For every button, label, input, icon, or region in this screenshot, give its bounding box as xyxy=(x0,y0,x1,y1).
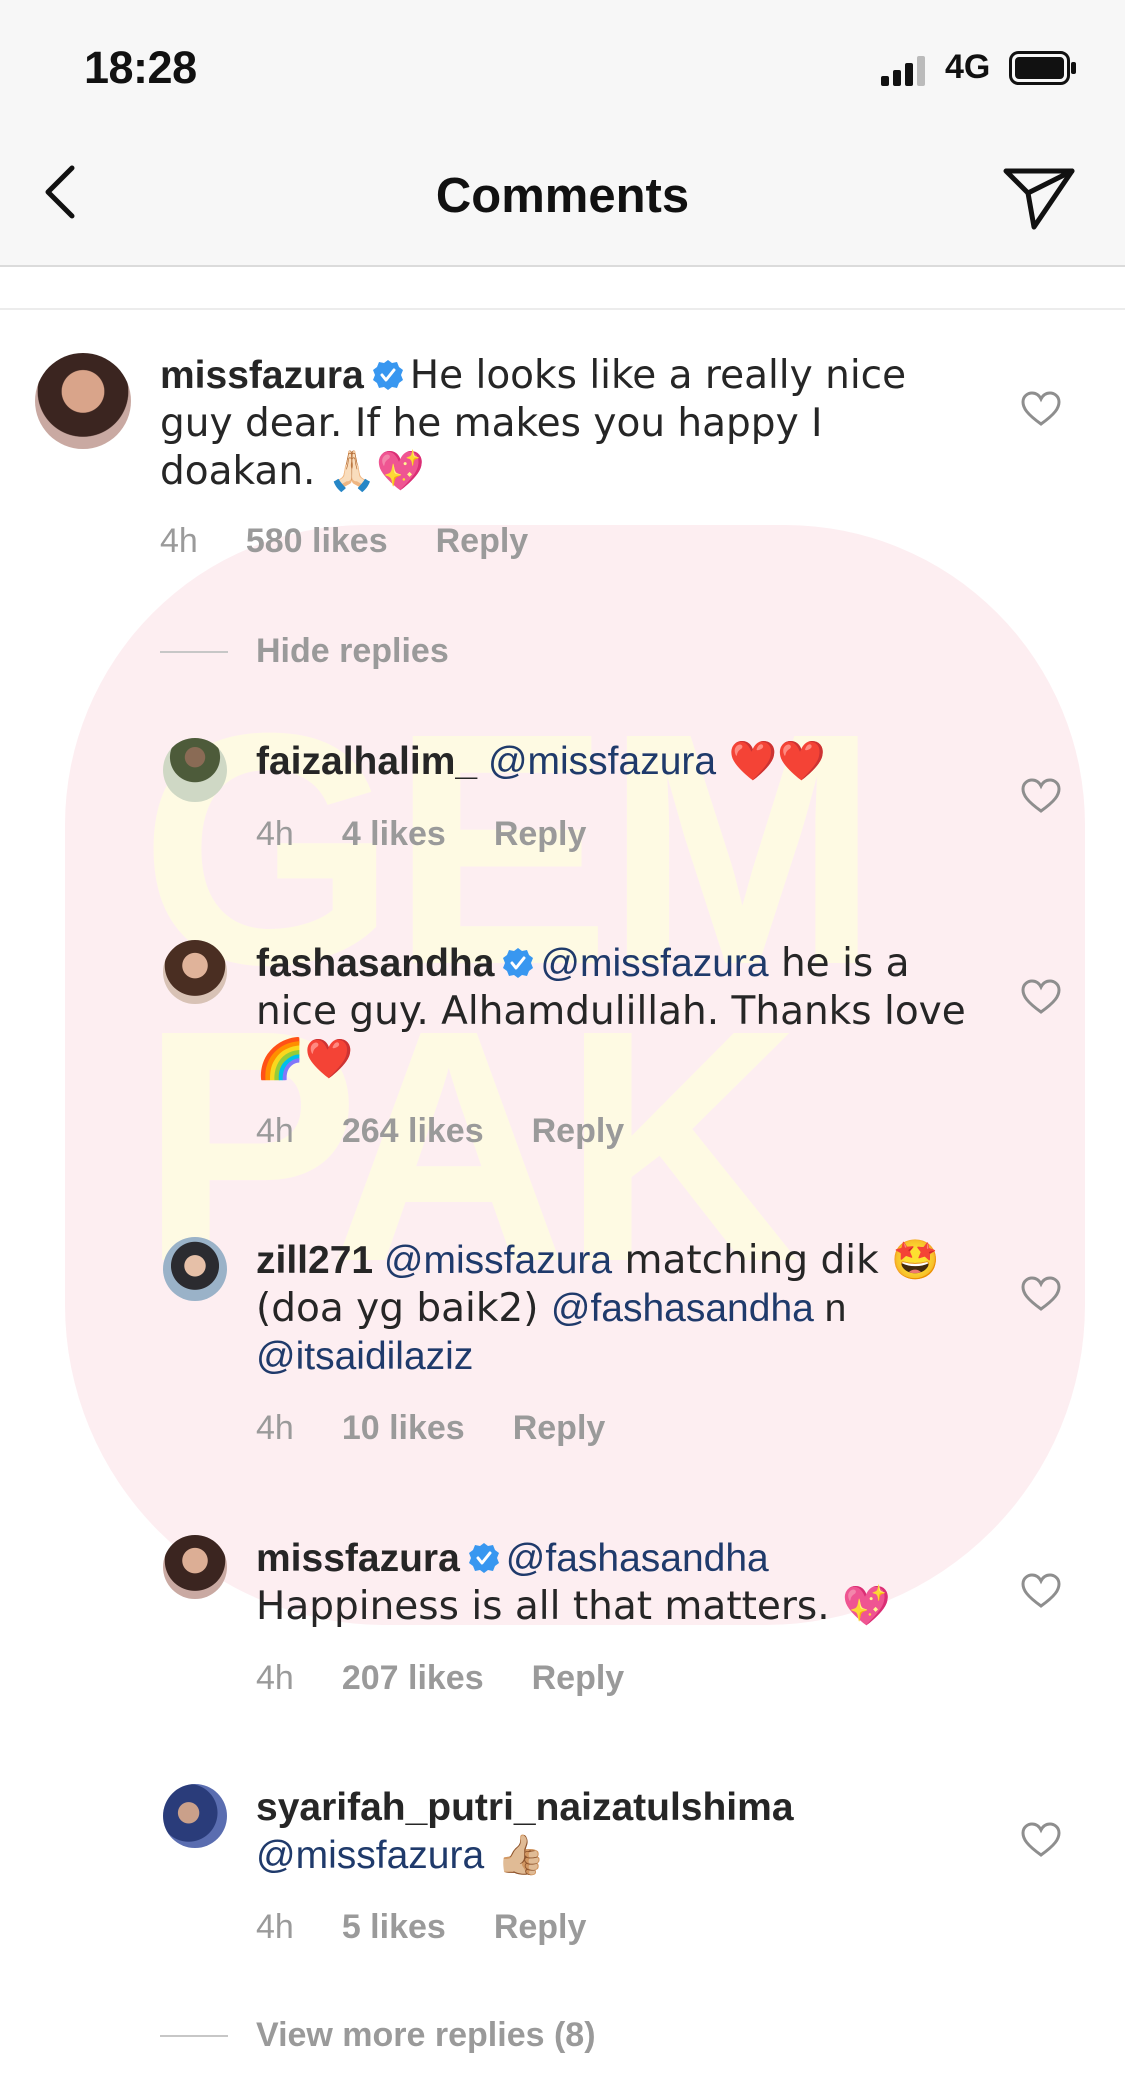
reply-text: n xyxy=(813,1287,847,1330)
divider xyxy=(0,308,1125,310)
mention-link[interactable]: @fashasandha xyxy=(506,1537,769,1580)
reply-meta: 4h 207 likes Reply xyxy=(256,1659,672,1698)
reply-username[interactable]: faizalhalim_ xyxy=(256,740,477,783)
mention-link[interactable]: @fashasandha xyxy=(551,1287,814,1330)
direct-send-icon[interactable] xyxy=(1002,165,1076,231)
reply-button[interactable]: Reply xyxy=(513,1409,606,1447)
reply-button[interactable]: Reply xyxy=(494,1908,587,1946)
verified-badge-icon xyxy=(468,1543,499,1573)
avatar[interactable] xyxy=(35,353,131,449)
like-heart-icon[interactable] xyxy=(1021,391,1061,427)
comment-meta: 4h 580 likes Reply xyxy=(160,522,576,561)
reply-username[interactable]: syarifah_putri_naizatulshima xyxy=(256,1786,794,1829)
like-heart-icon[interactable] xyxy=(1021,1276,1061,1312)
status-bar: 18:28 4G xyxy=(0,0,1125,135)
mention-link[interactable]: @missfazura xyxy=(488,740,716,783)
verified-badge-icon xyxy=(372,360,403,390)
likes-count[interactable]: 264 likes xyxy=(342,1112,484,1150)
comment-username[interactable]: missfazura xyxy=(160,354,364,397)
reply-button[interactable]: Reply xyxy=(494,815,587,853)
likes-count[interactable]: 580 likes xyxy=(246,522,388,560)
reply-meta: 4h 5 likes Reply xyxy=(256,1908,634,1947)
reply-meta: 4h 4 likes Reply xyxy=(256,815,634,854)
mention-link[interactable]: @missfazura xyxy=(256,1834,484,1877)
page-title: Comments xyxy=(435,169,690,223)
status-time: 18:28 xyxy=(84,42,197,93)
like-heart-icon[interactable] xyxy=(1021,1822,1061,1858)
like-heart-icon[interactable] xyxy=(1021,979,1061,1015)
likes-count[interactable]: 4 likes xyxy=(342,815,446,853)
reply-username[interactable]: missfazura xyxy=(256,1537,460,1580)
reply-button[interactable]: Reply xyxy=(532,1112,625,1150)
avatar[interactable] xyxy=(163,940,227,1004)
hide-replies-button[interactable]: Hide replies xyxy=(256,632,449,671)
reply-age: 4h xyxy=(256,1409,294,1447)
likes-count[interactable]: 5 likes xyxy=(342,1908,446,1946)
likes-count[interactable]: 207 likes xyxy=(342,1659,484,1697)
network-type: 4G xyxy=(945,48,991,86)
comment-age: 4h xyxy=(160,522,198,560)
avatar[interactable] xyxy=(163,738,227,802)
reply-button[interactable]: Reply xyxy=(532,1659,625,1697)
avatar[interactable] xyxy=(163,1535,227,1599)
reply-text: ❤️❤️ xyxy=(716,739,826,784)
view-more-line xyxy=(160,2035,228,2037)
reply-username[interactable]: zill271 xyxy=(256,1239,373,1282)
reply-age: 4h xyxy=(256,1112,294,1150)
reply-meta: 4h 264 likes Reply xyxy=(256,1112,672,1151)
signal-icon xyxy=(881,56,925,86)
like-heart-icon[interactable] xyxy=(1021,778,1061,814)
mention-link[interactable]: @missfazura xyxy=(540,942,768,985)
battery-icon xyxy=(1009,51,1076,85)
reply-age: 4h xyxy=(256,1908,294,1946)
mention-link[interactable]: @missfazura xyxy=(384,1239,612,1282)
reply-button[interactable]: Reply xyxy=(436,522,529,560)
reply-age: 4h xyxy=(256,815,294,853)
reply-text: Happiness is all that matters. 💖 xyxy=(256,1584,891,1629)
view-more-replies-button[interactable]: View more replies (8) xyxy=(256,2016,596,2055)
mention-link[interactable]: @itsaidilaziz xyxy=(256,1335,473,1378)
likes-count[interactable]: 10 likes xyxy=(342,1409,465,1447)
reply-username[interactable]: fashasandha xyxy=(256,942,494,985)
verified-badge-icon xyxy=(503,948,534,978)
like-heart-icon[interactable] xyxy=(1021,1573,1061,1609)
reply-text: 👍🏼 xyxy=(484,1833,546,1878)
reply-age: 4h xyxy=(256,1659,294,1697)
reply-meta: 4h 10 likes Reply xyxy=(256,1409,653,1448)
avatar[interactable] xyxy=(163,1237,227,1301)
avatar[interactable] xyxy=(163,1784,227,1848)
hide-replies-line xyxy=(160,651,228,653)
